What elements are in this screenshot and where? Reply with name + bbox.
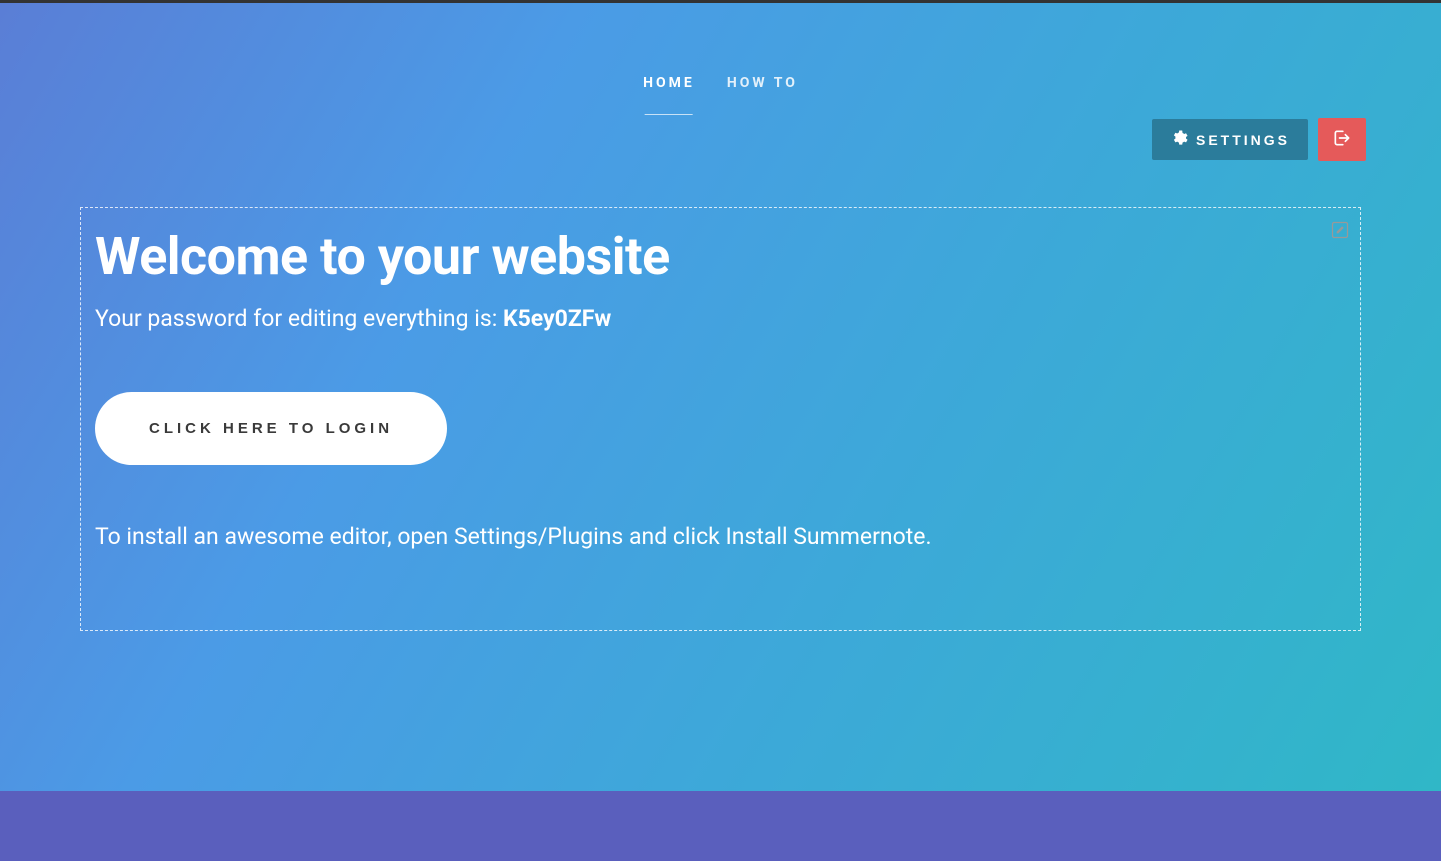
top-right-controls: SETTINGS (1152, 118, 1366, 161)
edit-content-button[interactable] (1328, 220, 1352, 244)
logout-icon (1332, 128, 1352, 151)
nav-home[interactable]: HOME (643, 75, 695, 115)
password-prefix: Your password for editing everything is: (95, 305, 503, 332)
login-button[interactable]: CLICK HERE TO LOGIN (95, 392, 447, 465)
settings-button-label: SETTINGS (1196, 132, 1290, 148)
editable-content-region: Welcome to your website Your password fo… (80, 207, 1361, 631)
install-instructions: To install an awesome editor, open Setti… (95, 523, 1346, 550)
page-container: HOME HOW TO SETTINGS (0, 0, 1441, 861)
settings-button[interactable]: SETTINGS (1152, 119, 1308, 160)
pencil-icon (1330, 220, 1350, 244)
welcome-title: Welcome to your website (95, 226, 1346, 287)
top-nav: HOME HOW TO (643, 75, 798, 115)
nav-how-to[interactable]: HOW TO (727, 75, 798, 115)
gear-icon (1170, 129, 1188, 150)
password-line: Your password for editing everything is:… (95, 305, 1346, 332)
logout-button[interactable] (1318, 118, 1366, 161)
footer-bar (0, 791, 1441, 861)
password-value: K5ey0ZFw (503, 305, 611, 332)
